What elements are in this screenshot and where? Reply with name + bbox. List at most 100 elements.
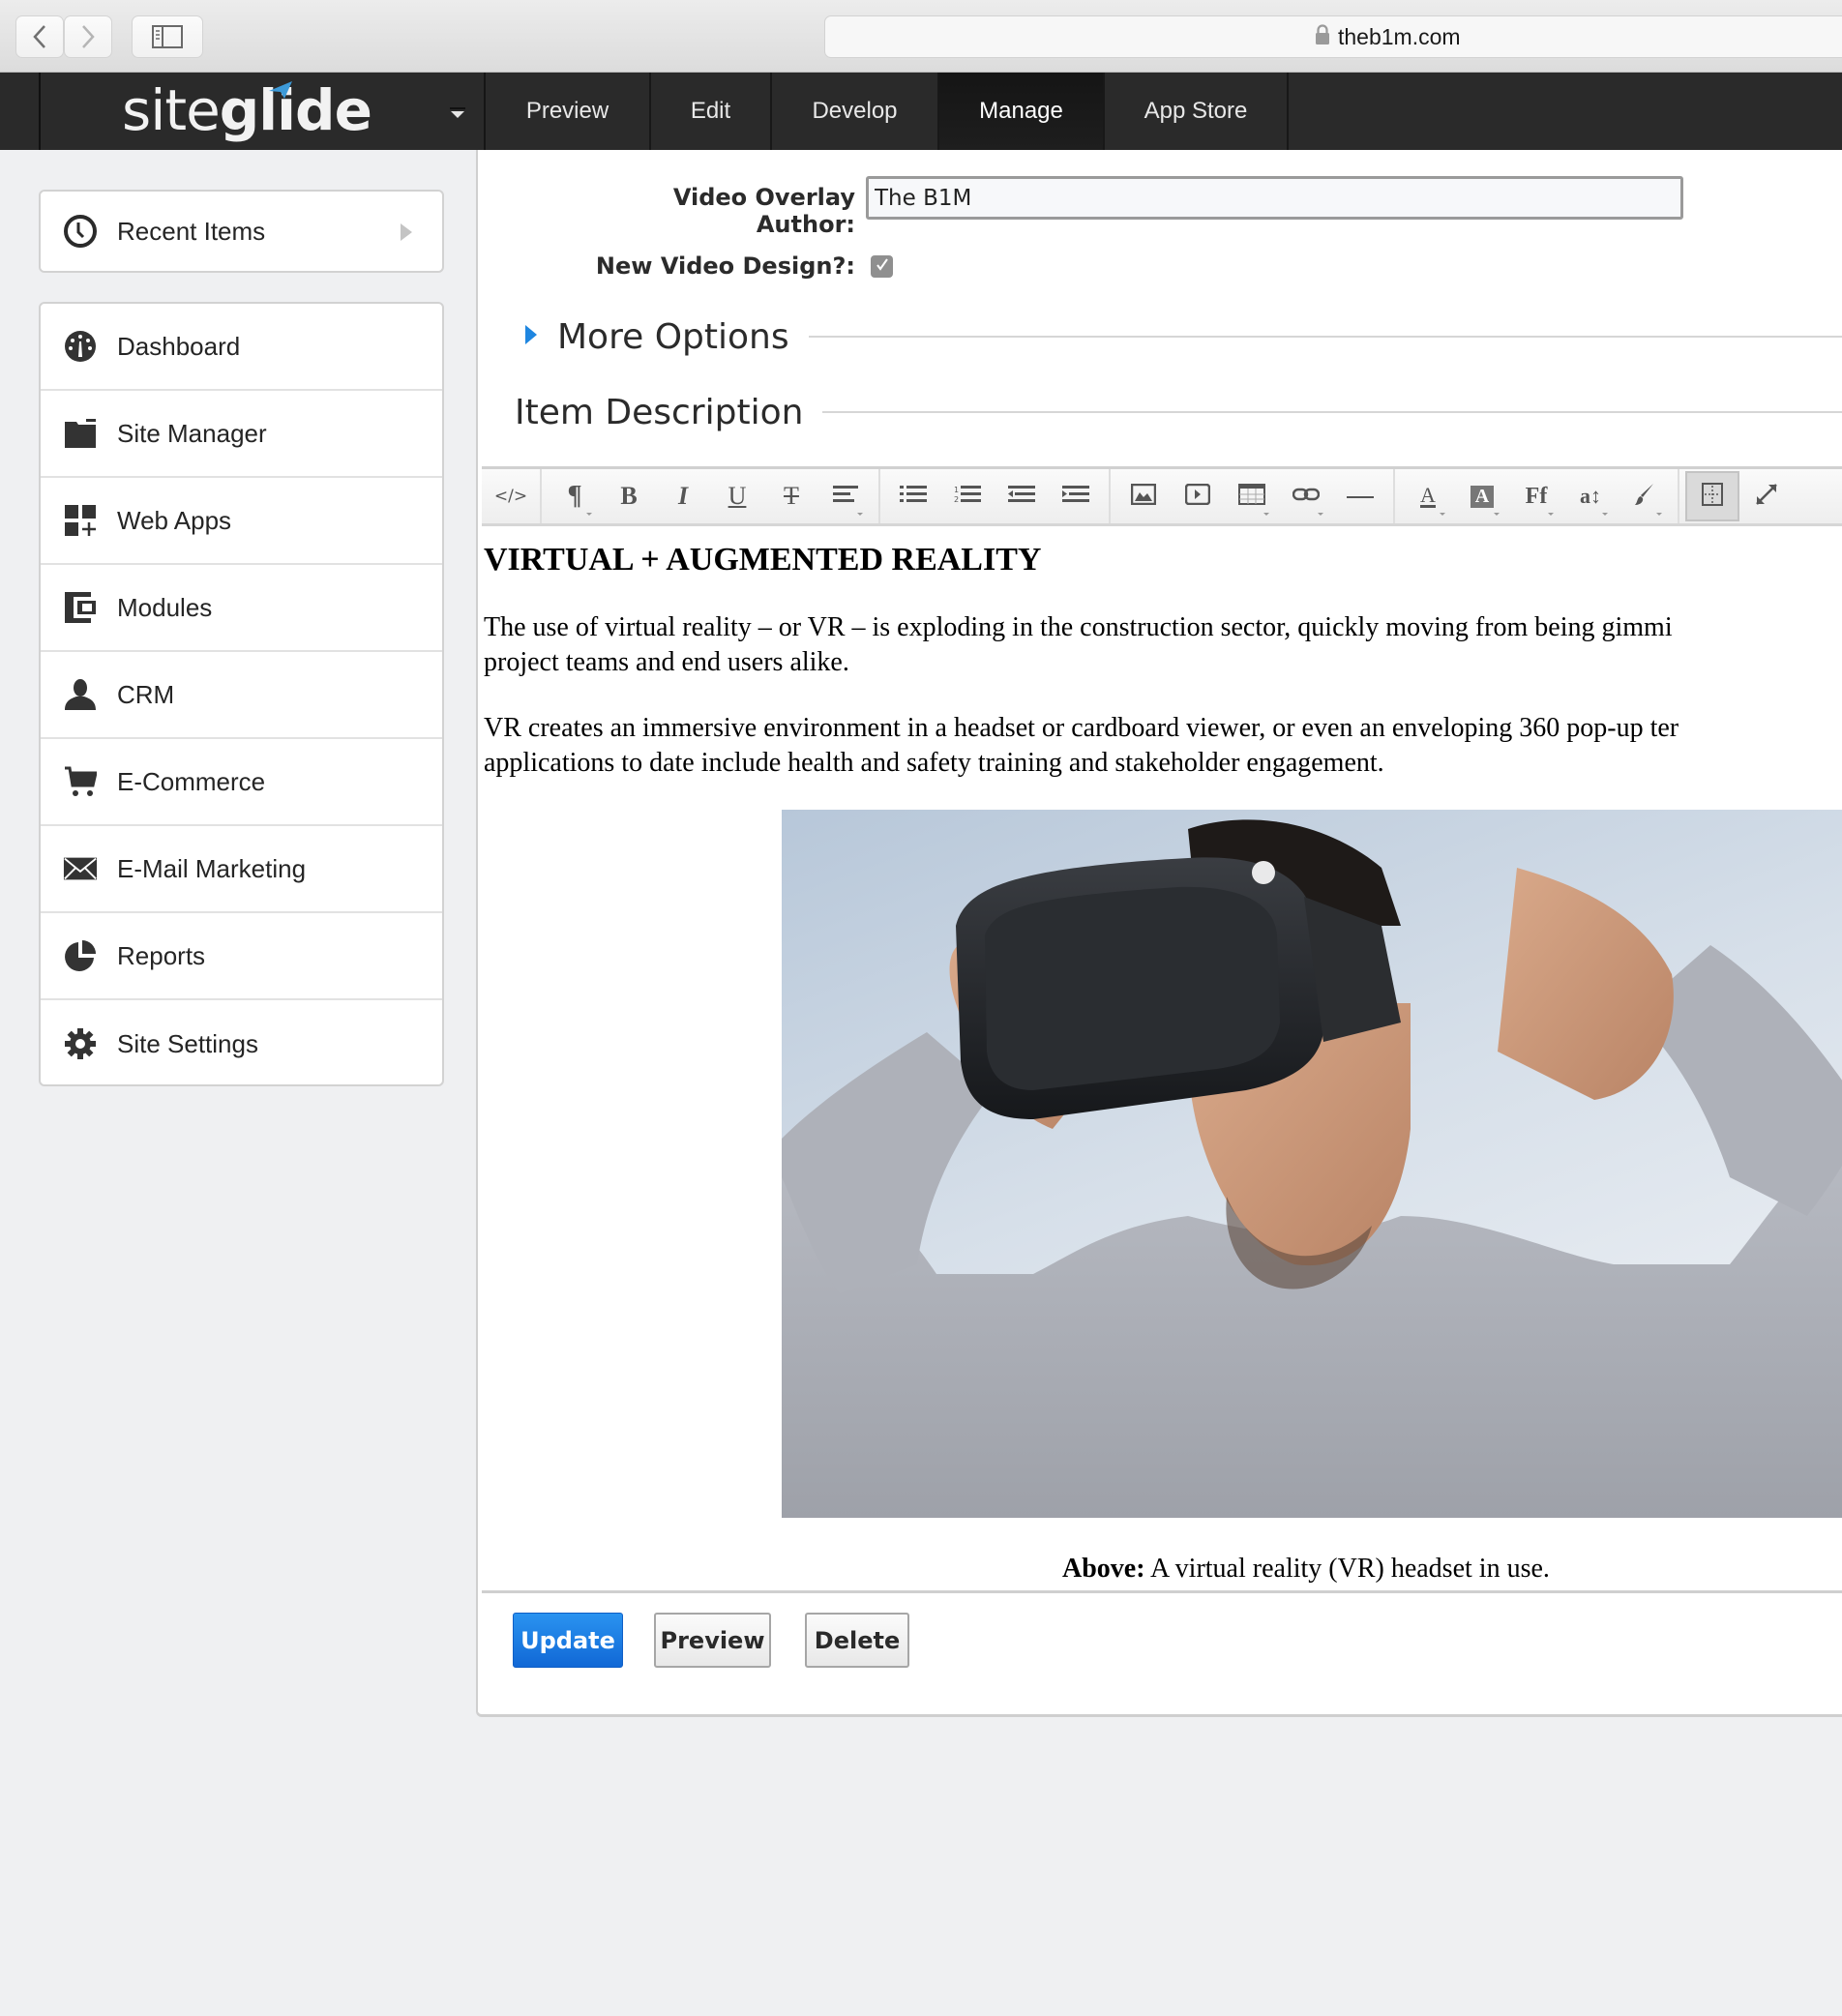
more-options-toggle[interactable]: More Options xyxy=(524,312,1842,361)
fullscreen-button[interactable] xyxy=(1739,471,1794,521)
horizontal-rule-icon xyxy=(1347,488,1374,505)
sidebar-label: Reports xyxy=(117,940,206,970)
rich-text-editor[interactable]: VIRTUAL + AUGMENTED REALITY The use of v… xyxy=(482,526,1842,1593)
item-description-header: Item Description xyxy=(515,388,1842,436)
caret-right-icon xyxy=(524,324,538,350)
tab-manage[interactable]: Manage xyxy=(939,73,1105,150)
sidebar-item-dashboard[interactable]: Dashboard xyxy=(41,304,442,391)
folder-icon xyxy=(63,416,98,451)
insert-image-button[interactable] xyxy=(1116,471,1171,521)
sidebar-toggle-button[interactable] xyxy=(132,15,203,58)
back-button[interactable] xyxy=(15,15,64,58)
indent-button[interactable] xyxy=(1049,471,1103,521)
strikethrough-icon: T xyxy=(784,482,799,510)
pie-chart-icon xyxy=(63,938,98,973)
fullscreen-icon xyxy=(1754,482,1779,512)
underline-button[interactable]: U xyxy=(710,471,764,521)
tab-develop[interactable]: Develop xyxy=(772,73,939,150)
font-color-button[interactable]: A xyxy=(1401,471,1455,521)
caption-text: A virtual reality (VR) headset in use. xyxy=(1144,1554,1550,1584)
align-button[interactable] xyxy=(818,471,873,521)
author-field-label: Video Overlay Author: xyxy=(672,184,855,238)
tab-app-store[interactable]: App Store xyxy=(1105,73,1289,150)
sidebar-item-crm[interactable]: CRM xyxy=(41,652,442,739)
ordered-list-button[interactable]: 12 xyxy=(940,471,995,521)
logo-light-text: site xyxy=(122,77,221,143)
background-color-button[interactable]: A xyxy=(1455,471,1509,521)
svg-text:2: 2 xyxy=(954,495,959,504)
show-blocks-icon xyxy=(1702,482,1723,511)
sidebar-item-modules[interactable]: Modules xyxy=(41,565,442,652)
unordered-list-button[interactable] xyxy=(886,471,940,521)
show-blocks-button[interactable] xyxy=(1685,471,1739,521)
sidebar-item-reports[interactable]: Reports xyxy=(41,913,442,1000)
html-button[interactable]: </> xyxy=(484,471,538,521)
outdent-button[interactable] xyxy=(995,471,1049,521)
paragraph-format-button[interactable]: ¶ xyxy=(548,471,602,521)
format-brush-icon xyxy=(1634,483,1655,511)
chevron-right-icon xyxy=(400,222,413,247)
sidebar-item-site-manager[interactable]: Site Manager xyxy=(41,391,442,478)
chevron-right-icon xyxy=(80,24,96,49)
sidebar-icon xyxy=(152,25,183,48)
paragraph-icon: ¶ xyxy=(567,481,582,511)
table-icon xyxy=(1238,483,1265,510)
font-color-icon: A xyxy=(1420,482,1436,508)
strikethrough-button[interactable]: T xyxy=(764,471,818,521)
sidebar-label: Modules xyxy=(117,592,213,622)
bold-button[interactable]: B xyxy=(602,471,656,521)
link-icon xyxy=(1292,488,1321,506)
siteglide-logo[interactable]: siteglide xyxy=(122,76,372,144)
section-divider xyxy=(808,336,1842,338)
new-video-design-label: New Video Design?: xyxy=(595,252,855,280)
video-overlay-author-input[interactable] xyxy=(866,176,1683,220)
vr-headset-photo[interactable] xyxy=(782,810,1842,1518)
paper-plane-icon xyxy=(269,81,292,99)
dashboard-icon xyxy=(63,329,98,364)
sidebar-item-email-marketing[interactable]: E-Mail Marketing xyxy=(41,826,442,913)
forward-button[interactable] xyxy=(64,15,112,58)
delete-button[interactable]: Delete xyxy=(805,1613,909,1668)
chevron-left-icon xyxy=(32,24,47,49)
sidebar-label: Web Apps xyxy=(117,505,232,535)
font-size-button[interactable]: a↕ xyxy=(1563,471,1618,521)
underline-icon: U xyxy=(728,482,747,510)
photo-illustration xyxy=(782,819,1842,1518)
site-dropdown-toggle[interactable] xyxy=(443,106,472,126)
background-color-icon: A xyxy=(1470,485,1495,508)
font-family-icon: Ff xyxy=(1525,483,1548,509)
preview-button[interactable]: Preview xyxy=(654,1613,771,1668)
insert-table-button[interactable] xyxy=(1225,471,1279,521)
recent-items-label: Recent Items xyxy=(117,216,266,246)
navbar-divider xyxy=(39,73,41,150)
tab-preview[interactable]: Preview xyxy=(486,73,651,150)
main-nav-tabs: Preview Edit Develop Manage App Store xyxy=(484,73,1289,150)
envelope-icon xyxy=(63,851,98,886)
bold-icon: B xyxy=(620,482,638,510)
format-brush-button[interactable] xyxy=(1618,471,1672,521)
insert-link-button[interactable] xyxy=(1279,471,1333,521)
web-apps-icon xyxy=(63,503,98,538)
paragraph-1-line-2: project teams and end users alike. xyxy=(484,647,849,677)
sidebar-item-e-commerce[interactable]: E-Commerce xyxy=(41,739,442,826)
font-family-button[interactable]: Ff xyxy=(1509,471,1563,521)
image-caption: Above: A virtual reality (VR) headset in… xyxy=(1062,1554,1550,1585)
tab-edit[interactable]: Edit xyxy=(651,73,772,150)
update-button[interactable]: Update xyxy=(513,1613,623,1668)
recent-items-button[interactable]: Recent Items xyxy=(39,190,444,273)
sidebar-label: E-Mail Marketing xyxy=(117,853,307,883)
content-heading: VIRTUAL + AUGMENTED REALITY xyxy=(484,542,1042,578)
sidebar-item-site-settings[interactable]: Site Settings xyxy=(41,1000,442,1087)
sidebar-item-web-apps[interactable]: Web Apps xyxy=(41,478,442,565)
italic-icon: I xyxy=(677,482,689,510)
logo-text: siteglide xyxy=(122,77,372,143)
caption-bold: Above: xyxy=(1062,1554,1145,1584)
paragraph-1-line-1: The use of virtual reality – or VR – is … xyxy=(484,612,1673,642)
ordered-list-icon: 12 xyxy=(954,485,981,509)
italic-button[interactable]: I xyxy=(656,471,710,521)
horizontal-rule-button[interactable] xyxy=(1333,471,1387,521)
new-video-design-checkbox[interactable] xyxy=(871,255,893,278)
image-icon xyxy=(1130,483,1157,510)
insert-video-button[interactable] xyxy=(1171,471,1225,521)
address-bar[interactable]: theb1m.com xyxy=(824,15,1842,58)
